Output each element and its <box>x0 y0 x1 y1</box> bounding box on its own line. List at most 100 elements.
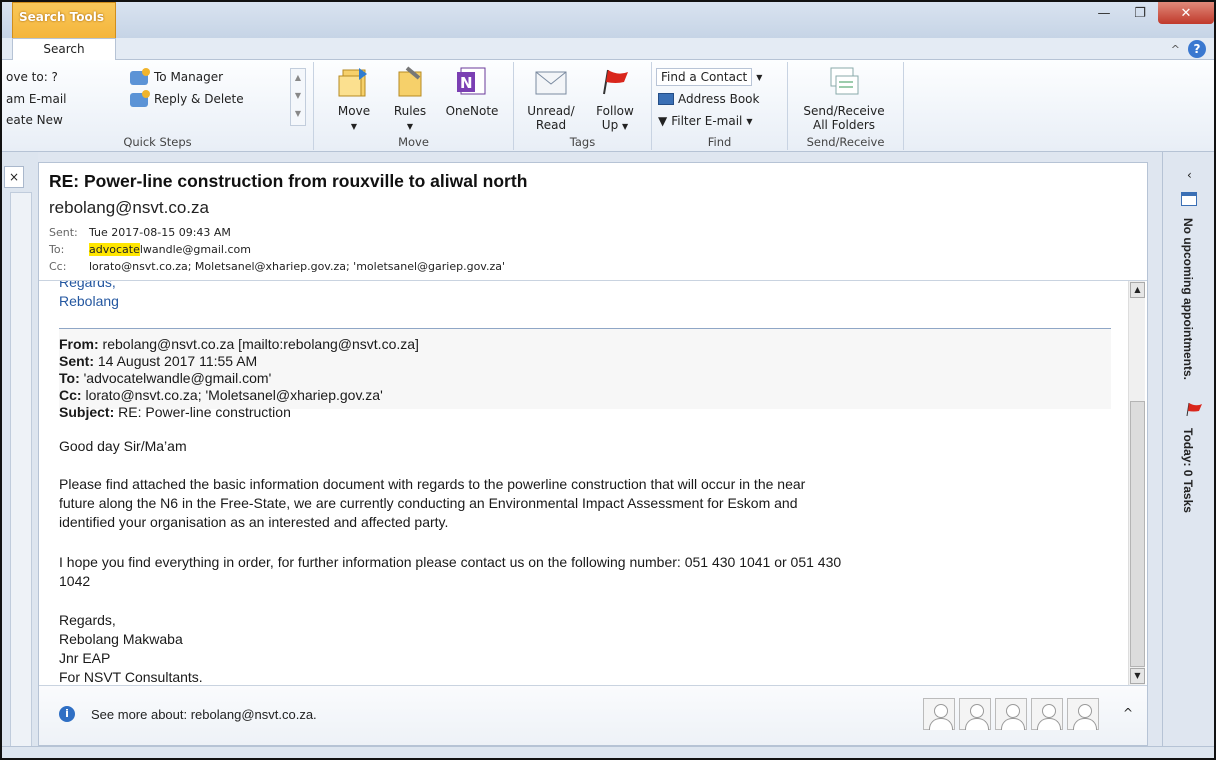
quick-step-team-email[interactable]: am E-mail <box>6 92 66 106</box>
message-sender[interactable]: rebolang@nsvt.co.za <box>49 198 209 218</box>
quote-sent-value: 14 August 2017 11:55 AM <box>94 353 258 369</box>
quick-steps-scroll[interactable]: ▲ ▼ ▼ <box>290 68 306 126</box>
minimize-icon[interactable]: — <box>1086 2 1122 24</box>
to-manager-label: To Manager <box>154 70 224 84</box>
close-icon[interactable]: ✕ <box>1158 2 1214 24</box>
filter-email-button[interactable]: ▼ Filter E-mail ▼ <box>658 114 753 128</box>
scroll-thumb[interactable] <box>1130 401 1145 667</box>
message-header: RE: Power-line construction from rouxvil… <box>39 163 1147 281</box>
scroll-up-icon[interactable]: ▲ <box>1130 282 1145 298</box>
tab-search[interactable]: Search <box>12 38 116 60</box>
calendar-icon <box>1181 192 1197 206</box>
see-more-link[interactable]: See more about: rebolang@nsvt.co.za. <box>91 707 317 722</box>
help-icon[interactable]: ? <box>1188 40 1206 58</box>
scroll-down-icon[interactable]: ▼ <box>1130 668 1145 684</box>
quote-cc-value: lorato@nsvt.co.za; 'Moletsanel@xhariep.g… <box>81 387 383 403</box>
message-body: Regards, Rebolang From: rebolang@nsvt.co… <box>39 281 1129 685</box>
filter-icon: ▼ <box>658 114 668 128</box>
avatar[interactable] <box>995 698 1027 730</box>
move-group: Move ▼ Rules ▼ N OneNote Move <box>314 62 514 150</box>
rules-label: Rules <box>393 104 427 118</box>
greeting: Good day Sir/Ma’am <box>59 438 187 454</box>
paragraph-1-line-2: future along the N6 in the Free-State, w… <box>59 495 798 511</box>
unread-label-1: Unread/ <box>527 104 575 118</box>
follow-label-2: Up <box>601 118 619 132</box>
sent-value: Tue 2017-08-15 09:43 AM <box>89 226 231 239</box>
paragraph-2-line-1: I hope you find everything in order, for… <box>59 554 842 570</box>
move-icon <box>337 64 371 98</box>
move-button[interactable]: Move ▼ <box>328 64 380 134</box>
window-controls: — ❐ ✕ <box>1086 2 1214 28</box>
to-value[interactable]: advocatelwandle@gmail.com <box>89 243 251 256</box>
quote-to-value: 'advocatelwandle@gmail.com' <box>79 370 272 386</box>
minimize-ribbon-icon[interactable]: ^ <box>1171 43 1180 56</box>
move-group-label: Move <box>398 135 429 149</box>
quote-to-label: To: <box>59 370 80 386</box>
envelope-icon <box>534 64 568 98</box>
avatar[interactable] <box>1067 698 1099 730</box>
body-scrollbar[interactable]: ▲ ▼ <box>1128 281 1145 685</box>
quick-step-to-manager[interactable]: To Manager <box>130 67 224 85</box>
top-signature-name: Rebolang <box>59 293 119 309</box>
quick-step-create-new[interactable]: eate New <box>6 113 63 127</box>
send-receive-all-button[interactable]: Send/Receive All Folders <box>794 64 894 132</box>
sent-row: Sent: Tue 2017-08-15 09:43 AM <box>49 226 231 239</box>
reply-delete-icon <box>130 89 150 107</box>
send-receive-icon <box>827 64 861 98</box>
quick-step-move-to[interactable]: ove to: ? <box>6 70 58 84</box>
address-book-button[interactable]: Address Book <box>658 92 759 106</box>
ribbon: ove to: ? To Manager am E-mail Reply & D… <box>2 60 1214 152</box>
ribbon-tab-strip: Search ^ ? <box>2 38 1214 60</box>
cc-value[interactable]: lorato@nsvt.co.za; Moletsanel@xhariep.go… <box>89 260 505 273</box>
onenote-icon: N <box>455 64 489 98</box>
todo-bar-collapse-icon[interactable]: ‹ <box>1187 168 1192 182</box>
to-manager-icon <box>130 67 150 85</box>
onenote-button[interactable]: N OneNote <box>444 64 500 118</box>
onenote-label: OneNote <box>445 104 499 118</box>
paragraph-1-line-1: Please find attached the basic informati… <box>59 476 806 492</box>
quick-steps-label: Quick Steps <box>123 135 192 149</box>
address-book-icon <box>658 93 674 105</box>
close-pane-icon[interactable]: × <box>4 166 24 188</box>
people-pane-collapse-icon[interactable]: ^ <box>1123 706 1133 720</box>
signature-company: For NSVT Consultants. <box>59 669 203 685</box>
quote-subject-value: RE: Power-line construction <box>114 404 291 420</box>
navigation-strip: × <box>2 152 38 758</box>
send-receive-label-2: All Folders <box>812 118 876 132</box>
signature-regards: Regards, <box>59 612 116 628</box>
cc-label: Cc: <box>49 260 67 273</box>
avatar[interactable] <box>959 698 991 730</box>
to-highlight: advocate <box>89 243 140 256</box>
find-contact-combo[interactable]: Find a Contact ▼ <box>656 68 762 86</box>
to-do-bar: ‹ No upcoming appointments. Today: 0 Tas… <box>1162 152 1214 758</box>
find-contact-input[interactable]: Find a Contact <box>656 68 753 86</box>
message-subject: RE: Power-line construction from rouxvil… <box>49 171 528 191</box>
info-icon: i <box>59 706 75 722</box>
quick-step-reply-delete[interactable]: Reply & Delete <box>130 89 244 107</box>
reading-pane: RE: Power-line construction from rouxvil… <box>38 162 1148 746</box>
task-flag-icon <box>1185 402 1203 417</box>
title-bar: Search Tools — ❐ ✕ <box>2 2 1214 60</box>
no-appointments-text: No upcoming appointments. <box>1181 218 1195 380</box>
avatar[interactable] <box>923 698 955 730</box>
tags-group-label: Tags <box>569 135 596 149</box>
signature-name: Rebolang Makwaba <box>59 631 183 647</box>
rules-button[interactable]: Rules ▼ <box>384 64 436 134</box>
left-scrollbar[interactable] <box>10 192 32 748</box>
avatar[interactable] <box>1031 698 1063 730</box>
quote-subject-label: Subject: <box>59 404 115 420</box>
today-tasks-text: Today: 0 Tasks <box>1181 428 1195 513</box>
to-value-rest: lwandle@gmail.com <box>139 243 251 256</box>
tags-group: Unread/Read Follow Up ▼ Tags <box>514 62 652 150</box>
send-receive-label-1: Send/Receive <box>803 104 885 118</box>
reply-delete-label: Reply & Delete <box>154 92 244 106</box>
ribbon-tab-right-controls: ^ ? <box>1171 40 1206 58</box>
address-book-label: Address Book <box>678 92 760 106</box>
follow-label-1: Follow <box>596 104 634 118</box>
follow-up-button[interactable]: Follow Up ▼ <box>584 64 646 134</box>
move-label: Move <box>337 104 371 118</box>
status-bar <box>2 746 1214 758</box>
unread-read-button[interactable]: Unread/Read <box>520 64 582 132</box>
unread-label-2: Read <box>535 118 567 132</box>
restore-icon[interactable]: ❐ <box>1122 2 1158 24</box>
